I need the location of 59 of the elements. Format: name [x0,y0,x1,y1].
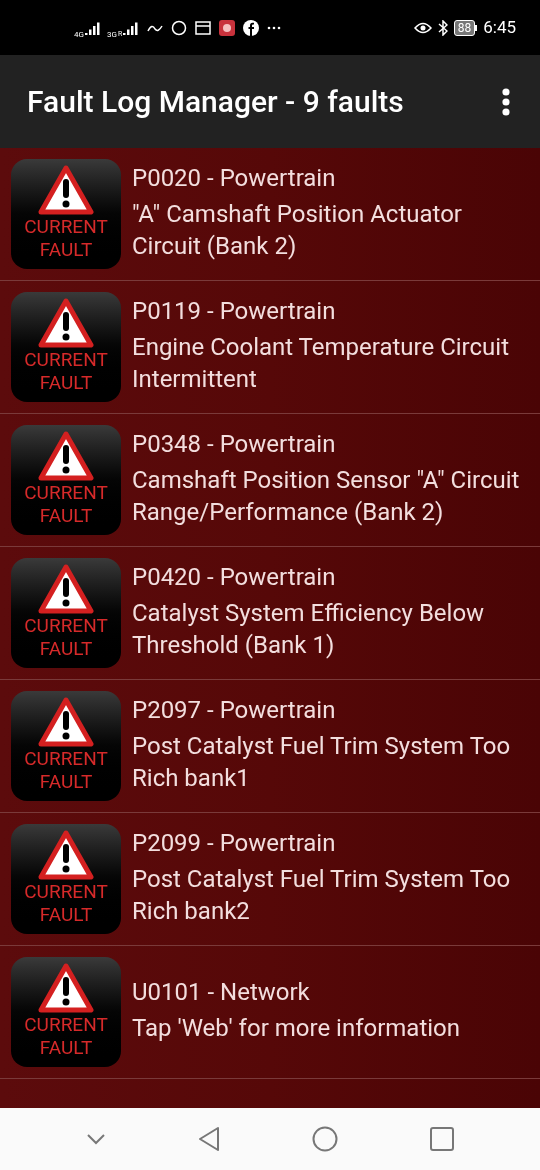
badge-label: CURRENT [24,348,108,371]
clock: 6:45 [483,15,516,39]
warning-icon [38,830,94,880]
fault-code: P0119 - Powertrain [132,296,337,327]
fault-row[interactable]: CURRENT FAULT P0119 - Powertrain Engine Coolant Temperature Circuit Intermittent [0,281,540,414]
badge-label: FAULT [39,1036,93,1059]
network-label: 4G [74,28,84,41]
fault-description: Catalyst System Efficiency Below Threshold (Bank 1) [132,598,486,661]
warning-icon [38,963,94,1013]
bluetooth-icon [437,19,448,36]
badge-label: CURRENT [24,747,108,770]
recents-icon[interactable] [430,1127,454,1151]
fault-description: Post Catalyst Fuel Trim System Too Rich bank1 [132,731,512,794]
battery-icon: 88 [453,19,478,36]
app-title: Fault Log Manager - 9 faults [27,83,404,121]
fault-row[interactable]: CURRENT FAULT P2099 - Powertrain Post Catalyst Fuel Trim System Too Rich bank2 [0,813,540,946]
fault-code: U0101 - Network [132,977,311,1008]
more-icon [267,25,282,30]
fault-row[interactable]: CURRENT FAULT P0420 - Powertrain Catalyst System Efficiency Below Threshold (Bank 1) [0,547,540,680]
fault-code: P0348 - Powertrain [132,429,337,460]
badge-label: FAULT [39,770,93,793]
signal-icon [84,20,101,35]
fault-row[interactable]: CURRENT FAULT P0020 - Powertrain "A" Camshaft Position Actuator Circuit (Bank 2) [0,148,540,281]
badge-label: FAULT [39,238,93,261]
fault-description: Tap 'Web' for more information [132,1013,461,1044]
warning-icon [38,165,94,215]
overflow-menu-icon[interactable] [502,87,510,116]
eye-icon [413,21,432,34]
fault-description: Camshaft Position Sensor "A" Circuit Range/Performance (Bank 2) [132,465,521,528]
badge-label: FAULT [39,371,93,394]
warning-icon [38,298,94,348]
fault-description: Engine Coolant Temperature Circuit Intermittent [132,332,510,395]
badge-label: FAULT [39,903,93,926]
calendar-icon [195,20,212,35]
badge-label: CURRENT [24,215,108,238]
chevron-down-icon[interactable] [86,1133,106,1145]
fault-row[interactable]: CURRENT FAULT P2097 - Powertrain Post Catalyst Fuel Trim System Too Rich bank1 [0,680,540,813]
fault-code: P0420 - Powertrain [132,562,337,593]
badge-label: CURRENT [24,880,108,903]
back-icon[interactable] [198,1126,220,1152]
facebook-icon [243,19,260,36]
fault-row[interactable]: CURRENT FAULT U0101 - Network Tap 'Web' for more information [0,946,540,1079]
warning-icon [38,697,94,747]
network-label: 3G [106,28,117,41]
badge-label: FAULT [39,637,93,660]
fault-row[interactable]: CURRENT FAULT P0348 - Powertrain Camshaft Position Sensor "A" Circuit Range/Performance (Bank 2) [0,414,540,547]
fault-code: P2097 - Powertrain [132,695,337,726]
badge-label: CURRENT [24,1013,108,1036]
badge-label: FAULT [39,504,93,527]
fault-description: "A" Camshaft Position Actuator Circuit (Bank 2) [132,199,463,262]
badge-label: CURRENT [24,614,108,637]
signal-icon [123,20,140,35]
fault-code: P0020 - Powertrain [132,163,337,194]
fault-description: Post Catalyst Fuel Trim System Too Rich bank2 [132,864,512,927]
home-icon[interactable] [312,1126,338,1152]
warning-icon [38,564,94,614]
badge-label: CURRENT [24,481,108,504]
fault-code: P2099 - Powertrain [132,828,337,859]
warning-icon [38,431,94,481]
